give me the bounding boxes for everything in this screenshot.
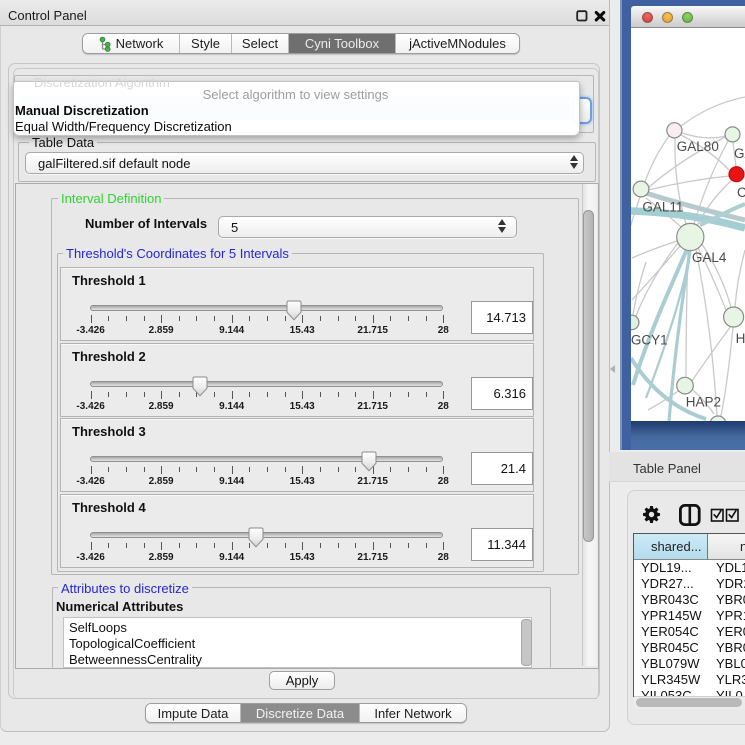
svg-text:GA: GA: [734, 146, 745, 161]
svg-text:H: H: [736, 331, 745, 346]
svg-text:GAL11: GAL11: [642, 200, 683, 215]
svg-text:GCY1: GCY1: [631, 333, 668, 348]
svg-text:GAL4: GAL4: [692, 250, 727, 265]
svg-text:GAL80: GAL80: [677, 139, 719, 154]
svg-text:CY: CY: [737, 185, 745, 200]
svg-text:HAP2: HAP2: [686, 395, 721, 410]
